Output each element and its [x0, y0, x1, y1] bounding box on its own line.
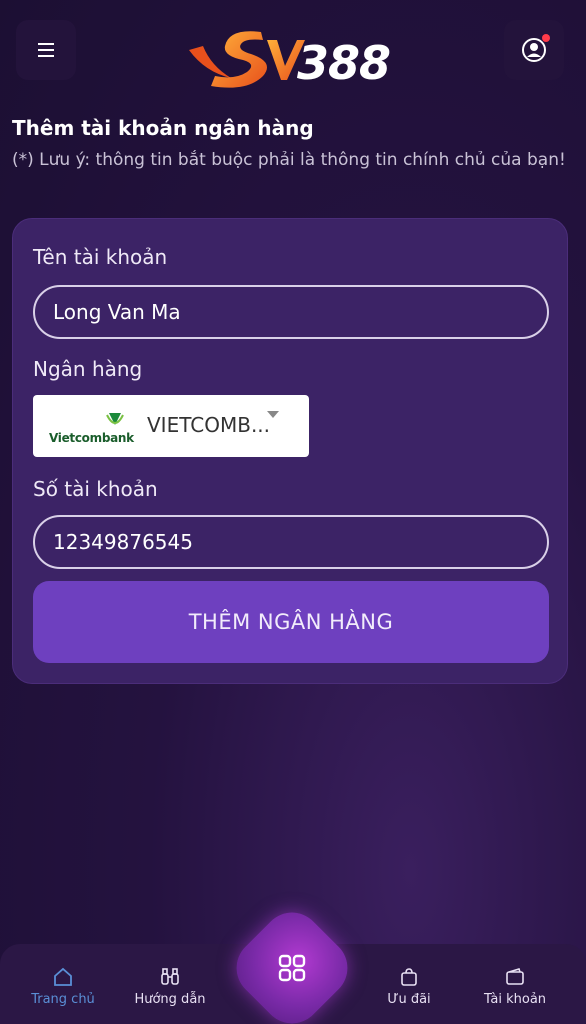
nav-account-label: Tài khoản [483, 992, 547, 1007]
grid-icon [278, 954, 306, 982]
nav-promotions-label: Ưu đãi [387, 992, 431, 1007]
bank-select[interactable]: Vietcombank VIETCOMB... [33, 395, 309, 457]
bank-label: Ngân hàng [33, 357, 143, 381]
home-icon [54, 967, 72, 986]
shopping-bag-icon [401, 968, 417, 986]
vietcombank-logo-text: Vietcombank [49, 431, 134, 445]
hamburger-icon [38, 43, 54, 57]
account-number-label: Số tài khoản [33, 477, 158, 501]
bank-selected-value: VIETCOMB... [147, 413, 271, 437]
nav-guide[interactable]: Hướng dẫn [125, 966, 215, 1007]
nav-promotions[interactable]: Ưu đãi [364, 966, 454, 1007]
notification-dot [542, 34, 550, 42]
ownership-note: (*) Lưu ý: thông tin bắt buộc phải là th… [12, 150, 566, 170]
binoculars-icon [161, 968, 179, 985]
dropdown-caret-icon [267, 411, 279, 418]
account-name-label: Tên tài khoản [33, 245, 168, 269]
add-bank-button[interactable]: THÊM NGÂN HÀNG [33, 581, 549, 663]
bank-form-card: Tên tài khoản Long Van Ma Ngân hàng Viet… [12, 218, 568, 684]
page-title: Thêm tài khoản ngân hàng [12, 116, 314, 140]
account-name-input[interactable]: Long Van Ma [33, 285, 549, 339]
header: 388 [0, 0, 586, 110]
nav-account[interactable]: Tài khoản [470, 966, 560, 1007]
logo-text: 388 [297, 36, 391, 90]
wallet-icon [506, 968, 524, 985]
sv388-logo: 388 [185, 26, 405, 92]
nav-guide-label: Hướng dẫn [134, 992, 206, 1007]
vietcombank-logo: Vietcombank [49, 411, 139, 447]
nav-home[interactable]: Trang chủ [18, 966, 108, 1007]
account-number-input[interactable]: 12349876545 [33, 515, 549, 569]
menu-button[interactable] [16, 20, 76, 80]
title-block: Thêm tài khoản ngân hàng (*) Lưu ý: thôn… [12, 116, 572, 174]
user-account-button[interactable] [504, 20, 564, 80]
nav-home-label: Trang chủ [31, 992, 95, 1007]
